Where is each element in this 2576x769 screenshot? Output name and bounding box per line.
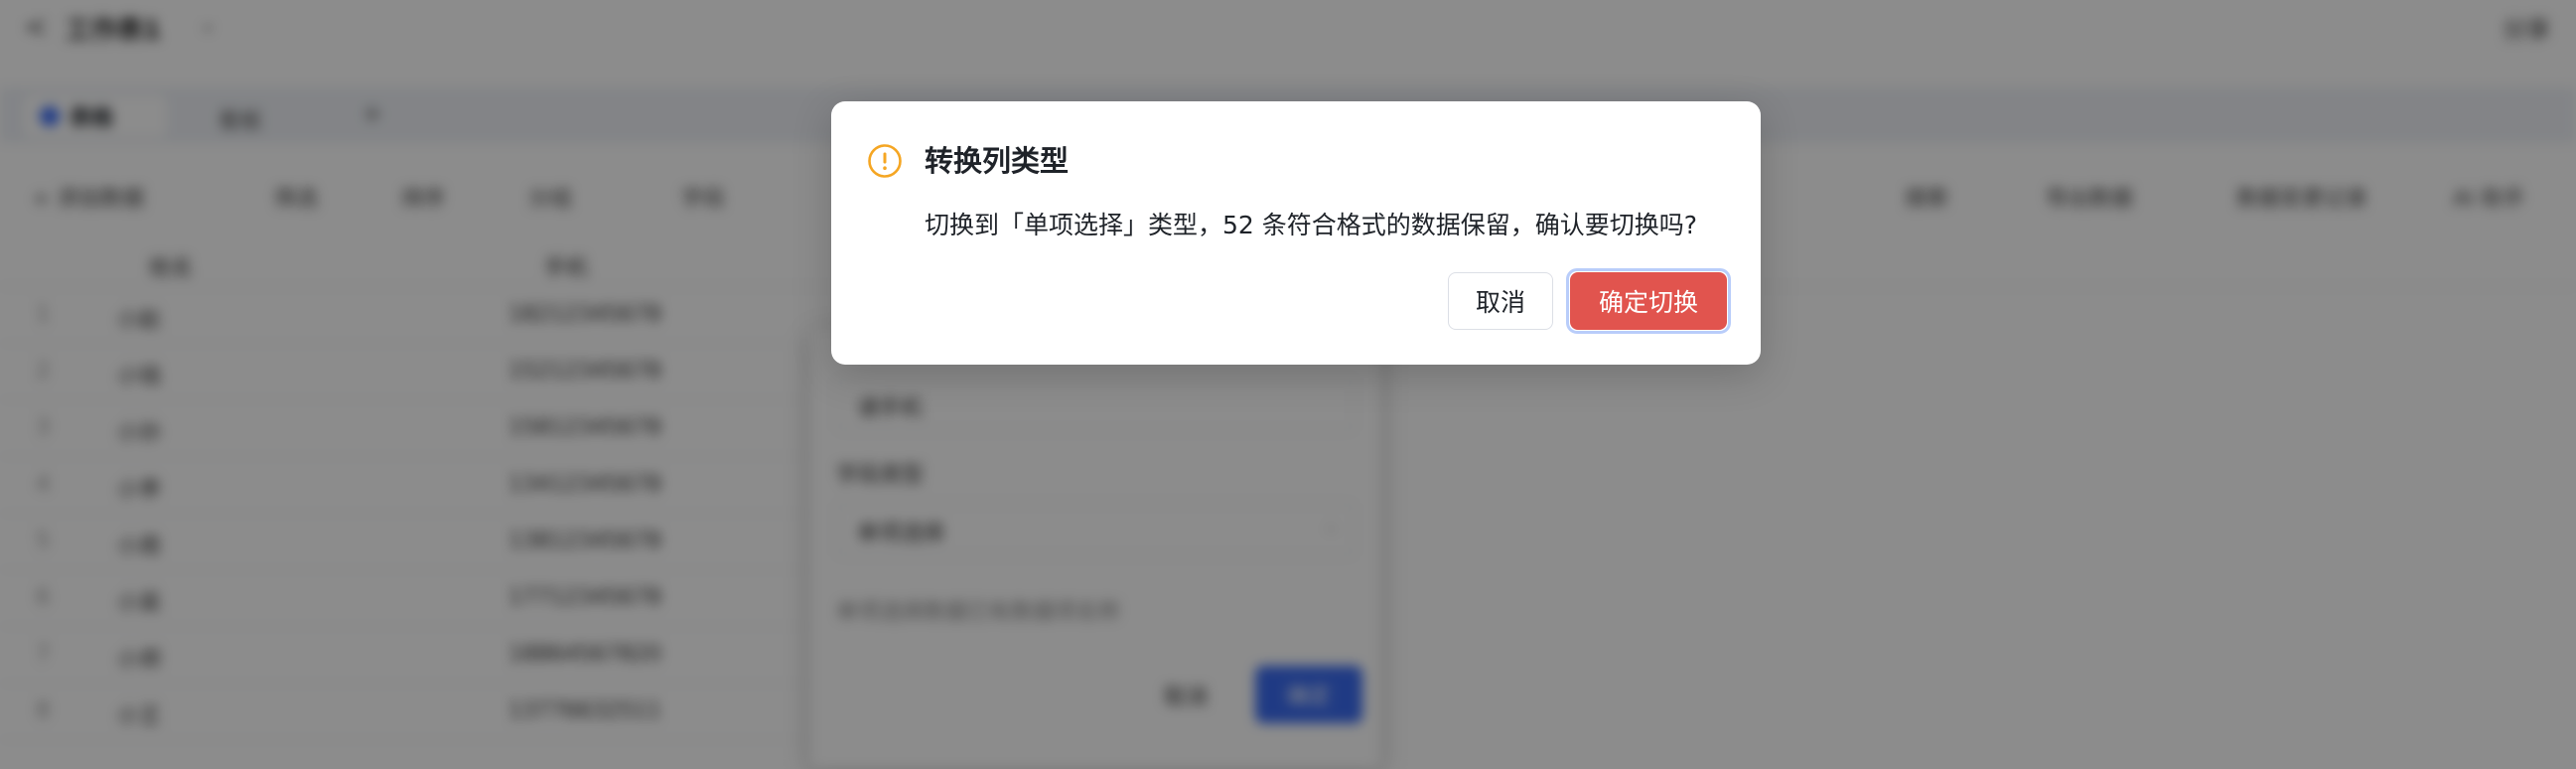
dialog-title: 转换列类型 xyxy=(925,144,1070,178)
warning-circle-icon xyxy=(868,144,902,178)
dialog-message: 切换到「单项选择」类型，52 条符合格式的数据保留，确认要切换吗? xyxy=(925,211,1698,239)
confirm-switch-button[interactable]: 确定切换 xyxy=(1570,272,1727,330)
cancel-button[interactable]: 取消 xyxy=(1448,272,1553,330)
convert-column-type-dialog: 转换列类型 切换到「单项选择」类型，52 条符合格式的数据保留，确认要切换吗? … xyxy=(831,101,1761,365)
